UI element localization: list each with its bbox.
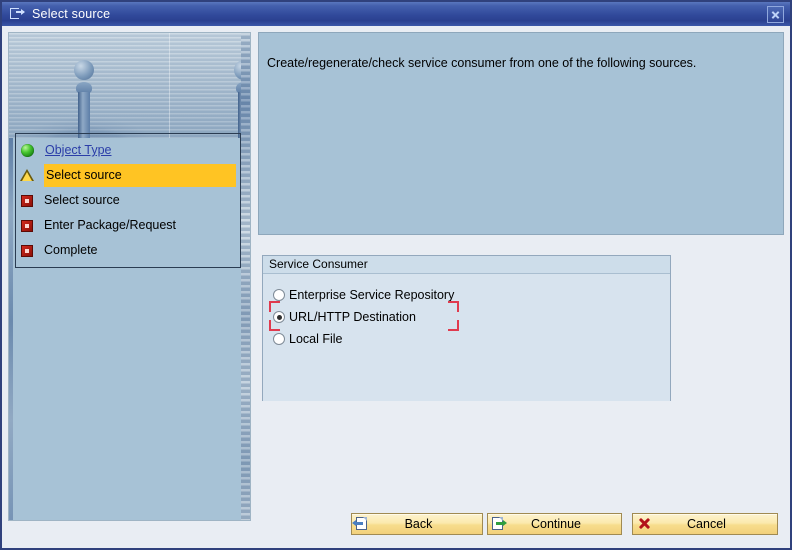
roadmap-step-label: Complete	[44, 243, 98, 257]
cancel-button[interactable]: Cancel	[632, 513, 778, 535]
description-text: Create/regenerate/check service consumer…	[267, 56, 697, 70]
select-source-dialog: Select source Object Type Select source …	[0, 0, 792, 550]
continue-button-label: Continue	[530, 517, 582, 531]
dialog-body: Object Type Select source Select source …	[2, 26, 790, 548]
service-consumer-group-title: Service Consumer	[263, 256, 670, 274]
back-button[interactable]: Back	[351, 513, 483, 535]
roadmap-step-label: Select source	[44, 193, 120, 207]
red-square-icon	[21, 244, 33, 257]
window-title: Select source	[32, 7, 111, 21]
radio-label: URL/HTTP Destination	[289, 310, 416, 324]
roadmap-step-complete[interactable]: Complete	[16, 238, 240, 263]
description-panel: Create/regenerate/check service consumer…	[258, 32, 784, 235]
roadmap-step-object-type[interactable]: Object Type	[16, 138, 240, 163]
green-led-icon	[21, 144, 34, 157]
continue-button[interactable]: Continue	[487, 513, 622, 535]
warning-triangle-icon	[20, 168, 35, 183]
radio-local-file[interactable]: Local File	[273, 330, 343, 348]
radio-url-http-destination[interactable]: URL/HTTP Destination	[273, 308, 416, 326]
close-icon[interactable]	[767, 5, 784, 23]
red-x-icon	[636, 516, 652, 532]
service-consumer-options: Enterprise Service Repository URL/HTTP D…	[263, 274, 670, 401]
decorative-left-strip	[9, 138, 13, 520]
roadmap-step-select-source-current[interactable]: Select source	[16, 163, 240, 188]
footer-button-bar: Back Continue Cancel	[2, 510, 790, 548]
page-back-icon	[352, 516, 371, 532]
radio-mark-icon[interactable]	[273, 333, 285, 345]
export-window-icon	[10, 7, 26, 21]
radio-mark-icon[interactable]	[273, 289, 285, 301]
radio-enterprise-service-repository[interactable]: Enterprise Service Repository	[273, 286, 454, 304]
roadmap-step-label: Select source	[44, 164, 236, 187]
roadmap-panel: Object Type Select source Select source …	[8, 32, 251, 521]
decorative-right-strip	[241, 33, 250, 520]
back-button-label: Back	[404, 517, 433, 531]
radio-label: Local File	[289, 332, 343, 346]
red-square-icon	[21, 194, 33, 207]
roadmap-step-select-source[interactable]: Select source	[16, 188, 240, 213]
radio-label: Enterprise Service Repository	[289, 288, 455, 302]
page-forward-icon	[491, 516, 507, 532]
radio-mark-icon[interactable]	[273, 311, 285, 323]
roadmap-step-list: Object Type Select source Select source …	[15, 133, 241, 268]
cancel-button-label: Cancel	[687, 517, 726, 531]
decorative-pawn-ripple-image	[9, 33, 250, 138]
roadmap-step-label: Object Type	[45, 143, 112, 157]
roadmap-step-label: Enter Package/Request	[44, 218, 177, 232]
service-consumer-group: Service Consumer Enterprise Service Repo…	[262, 255, 671, 401]
red-square-icon	[21, 219, 33, 232]
title-bar: Select source	[2, 2, 790, 27]
roadmap-step-enter-package-request[interactable]: Enter Package/Request	[16, 213, 240, 238]
